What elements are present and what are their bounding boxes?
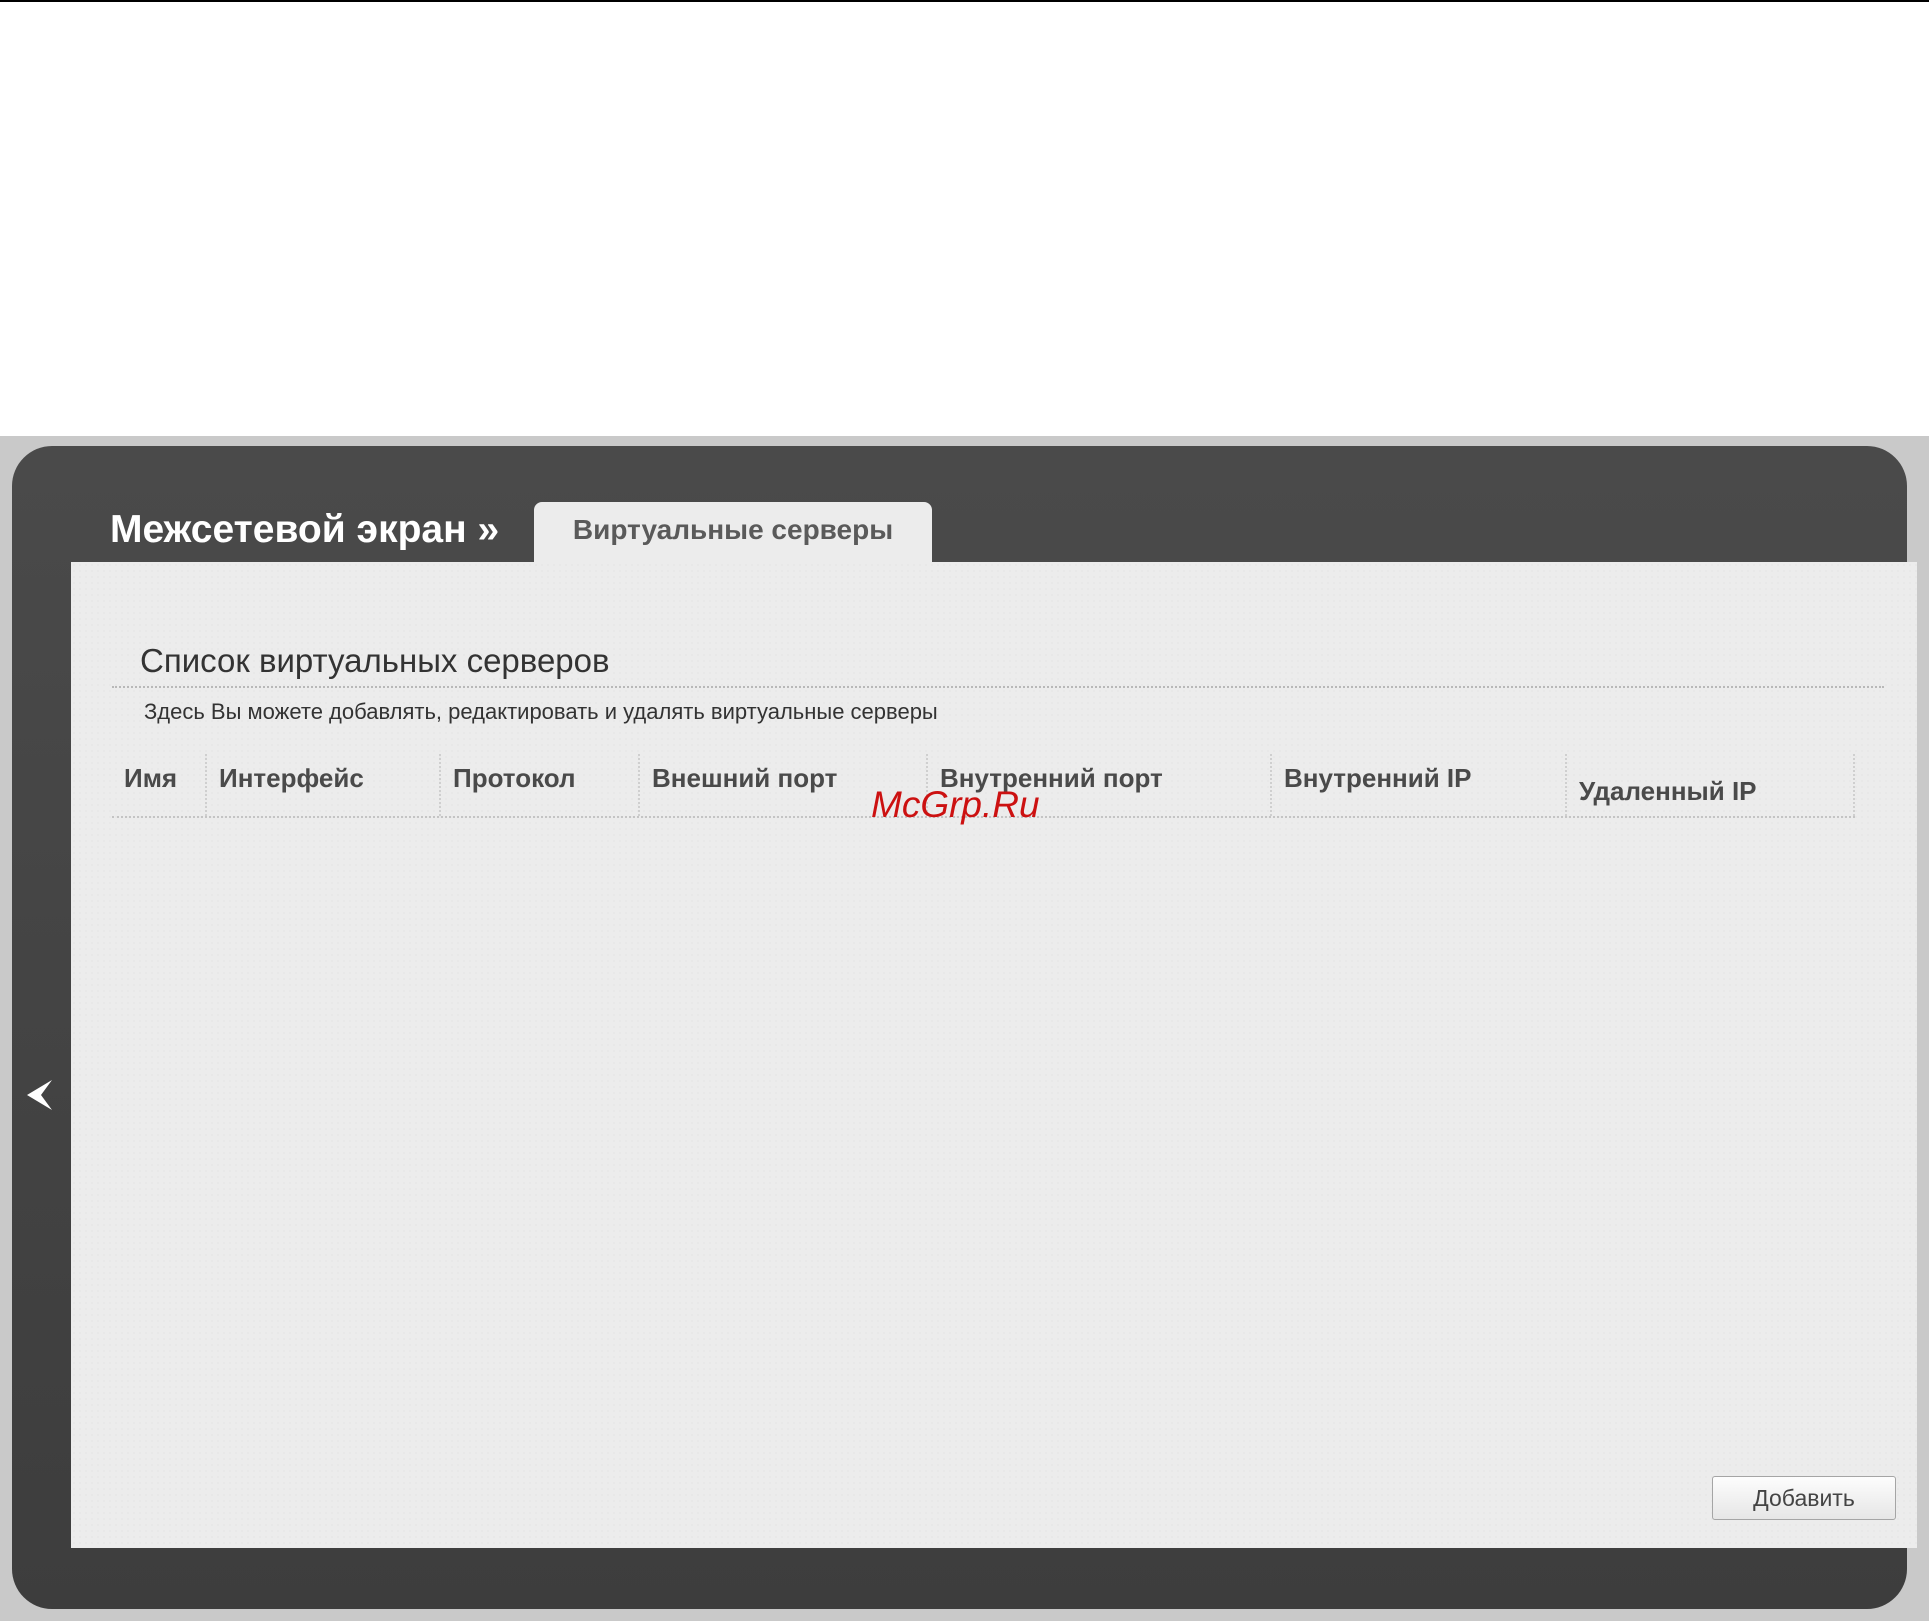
content-panel: Список виртуальных серверов Здесь Вы мож…: [71, 562, 1917, 1548]
add-button[interactable]: Добавить: [1712, 1476, 1896, 1520]
column-header-internal-ip[interactable]: Внутренний IP: [1272, 754, 1567, 816]
chevron-left-icon[interactable]: [24, 1078, 54, 1112]
column-header-interface[interactable]: Интерфейс: [207, 754, 441, 816]
top-rule: [0, 0, 1929, 2]
column-header-remote-ip[interactable]: Удаленный IP: [1567, 754, 1855, 816]
section-title[interactable]: Межсетевой экран »: [110, 508, 499, 552]
column-header-protocol[interactable]: Протокол: [441, 754, 640, 816]
watermark: McGrp.Ru: [871, 784, 1040, 825]
panel-heading: Список виртуальных серверов: [140, 642, 610, 679]
panel-description: Здесь Вы можете добавлять, редактировать…: [144, 699, 938, 724]
column-header-name[interactable]: Имя: [112, 754, 207, 816]
heading-divider: [112, 686, 1884, 688]
tab-virtual-servers[interactable]: Виртуальные серверы: [534, 502, 932, 562]
